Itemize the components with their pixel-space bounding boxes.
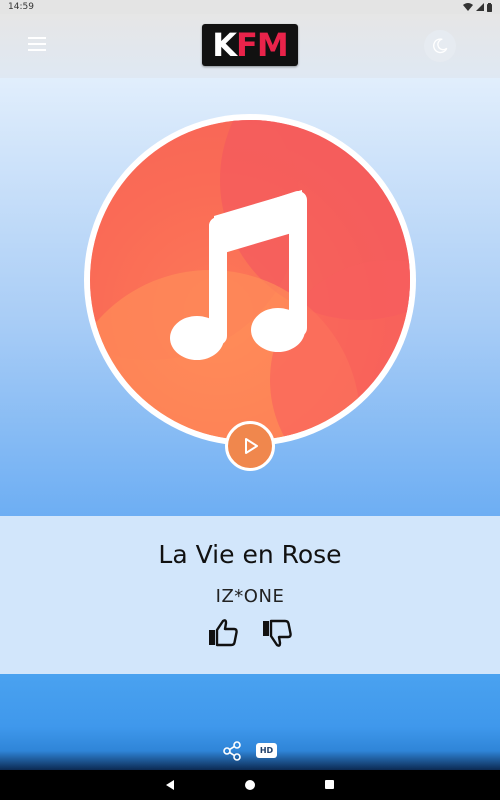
nav-back-icon[interactable] (164, 779, 176, 791)
system-nav-bar (0, 770, 500, 800)
track-info-panel: La Vie en Rose IZ*ONE (0, 516, 500, 674)
status-icons (463, 2, 492, 12)
cellular-icon (476, 3, 484, 11)
moon-icon (433, 38, 448, 54)
app-header: K FM (0, 14, 500, 78)
logo-accent-text: FM (236, 26, 289, 64)
share-icon (223, 741, 241, 761)
kfm-logo: K FM (202, 24, 298, 66)
status-time: 14:59 (8, 2, 34, 12)
hamburger-icon (28, 37, 46, 51)
music-note-icon (170, 190, 307, 360)
like-button[interactable] (206, 616, 240, 650)
menu-button[interactable] (26, 34, 50, 54)
logo-primary-text: K (212, 26, 237, 64)
nav-home-icon[interactable] (245, 780, 255, 790)
album-art (90, 120, 410, 440)
song-title: La Vie en Rose (158, 540, 342, 569)
album-art-frame (84, 114, 416, 446)
dark-mode-toggle[interactable] (424, 30, 456, 62)
play-button[interactable] (225, 421, 275, 471)
play-icon (245, 438, 258, 454)
artist-name: IZ*ONE (215, 586, 285, 607)
battery-icon (487, 2, 492, 12)
share-button[interactable] (222, 741, 242, 761)
wifi-icon (463, 3, 473, 11)
dislike-button[interactable] (260, 616, 294, 650)
nav-recents-icon[interactable] (325, 780, 334, 789)
thumbs-up-icon (209, 619, 238, 647)
now-playing-hero (0, 78, 500, 516)
player-footer: HD (0, 674, 500, 770)
hd-quality-toggle[interactable]: HD (256, 743, 277, 758)
status-bar: 14:59 (0, 0, 500, 14)
thumbs-down-icon (263, 619, 292, 647)
